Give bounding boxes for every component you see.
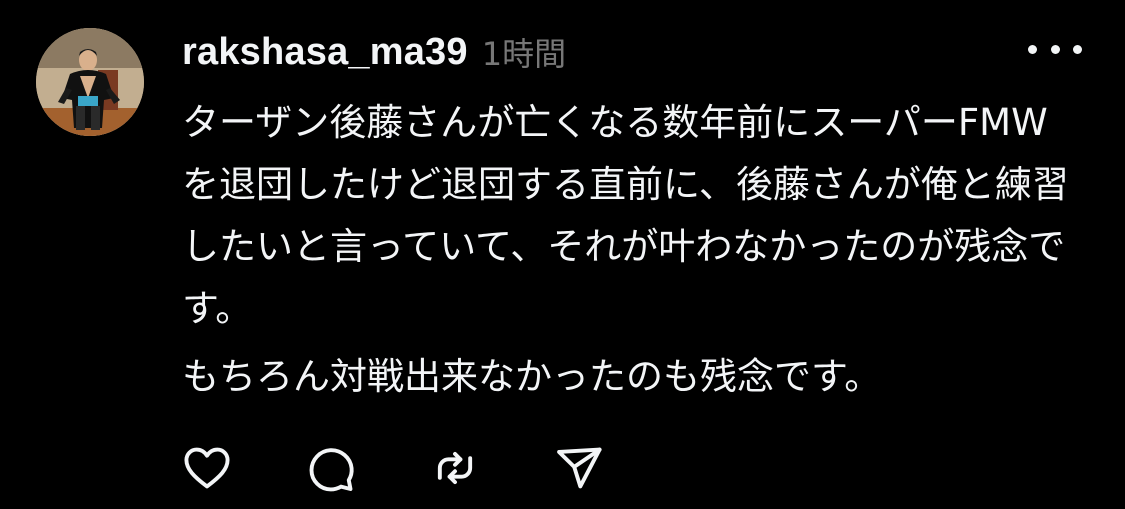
post-paragraph: もちろん対戦出来なかったのも残念です。 <box>182 355 882 398</box>
avatar[interactable] <box>36 28 144 136</box>
more-dot-icon <box>1050 44 1060 54</box>
comment-icon <box>309 448 354 492</box>
post-paragraph: ターザン後藤さんが亡くなる数年前にスーパーFMW を退団したけど退団する直前に、… <box>182 101 1069 330</box>
heart-icon <box>184 447 230 489</box>
send-icon <box>557 447 602 489</box>
avatar-image <box>36 28 144 136</box>
username[interactable]: rakshasa_ma39 <box>182 31 468 74</box>
more-dot-icon <box>1073 44 1082 54</box>
timestamp: 1時間 <box>481 35 567 73</box>
reply-button[interactable] <box>304 441 358 495</box>
action-bar <box>180 440 606 496</box>
more-dot-icon <box>1028 44 1037 54</box>
post-body: ターザン後藤さんが亡くなる数年前にスーパーFMW を退団したけど退団する直前に、… <box>182 92 1072 408</box>
thread-post: rakshasa_ma39 1時間 ターザン後藤さんが亡くなる数年前にスーパーF… <box>0 0 1125 509</box>
more-options-button[interactable] <box>1028 36 1082 62</box>
like-button[interactable] <box>180 441 234 495</box>
post-header: rakshasa_ma39 1時間 <box>182 28 566 76</box>
repost-button[interactable] <box>428 441 482 495</box>
repost-icon <box>437 451 473 485</box>
share-button[interactable] <box>552 441 606 495</box>
